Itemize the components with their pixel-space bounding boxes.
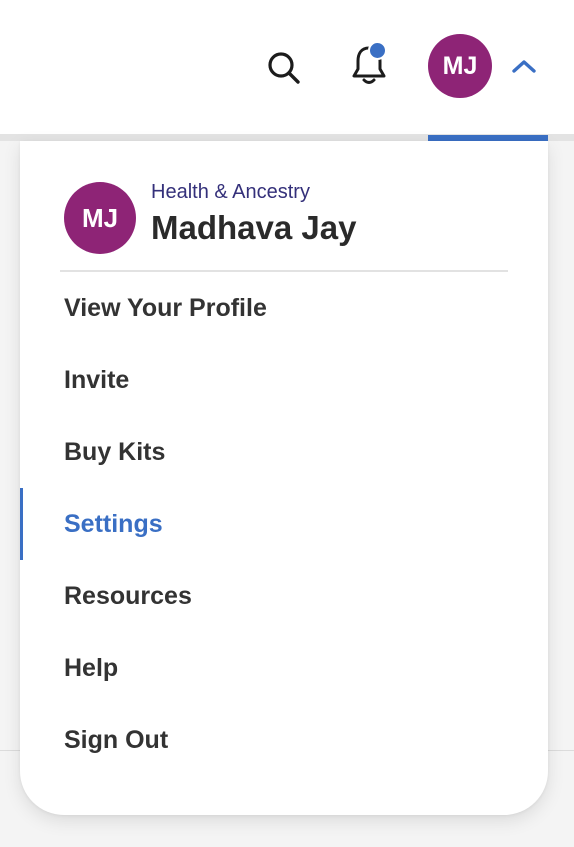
- menu-item-view-your-profile[interactable]: View Your Profile: [20, 272, 548, 344]
- chevron-up-icon: [512, 60, 536, 73]
- menu-item-label: Resources: [64, 582, 192, 610]
- search-icon: [268, 52, 300, 84]
- menu-item-label: View Your Profile: [64, 294, 267, 322]
- menu-item-label: Help: [64, 654, 119, 682]
- menu-item-help[interactable]: Help: [20, 632, 548, 704]
- menu-item-invite[interactable]: Invite: [20, 344, 548, 416]
- menu-avatar: MJ: [64, 182, 136, 254]
- menu-item-buy-kits[interactable]: Buy Kits: [20, 416, 548, 488]
- user-name: Madhava Jay: [151, 209, 357, 246]
- account-dropdown-menu: MJ Health & Ancestry Madhava Jay View Yo…: [20, 141, 548, 815]
- menu-toggle-button[interactable]: [506, 50, 542, 82]
- menu-item-settings[interactable]: Settings: [20, 488, 548, 560]
- menu-item-resources[interactable]: Resources: [20, 560, 548, 632]
- product-label: Health & Ancestry: [151, 181, 310, 203]
- menu-item-sign-out[interactable]: Sign Out: [20, 704, 548, 776]
- menu-item-label: Buy Kits: [64, 438, 166, 466]
- menu-item-label: Settings: [64, 510, 163, 538]
- header-avatar[interactable]: MJ: [428, 34, 492, 98]
- menu-list: View Your Profile Invite Buy Kits Settin…: [20, 272, 548, 776]
- notifications-button[interactable]: [346, 40, 392, 90]
- menu-item-label: Invite: [64, 366, 130, 394]
- menu-item-label: Sign Out: [64, 726, 169, 754]
- user-info: MJ Health & Ancestry Madhava Jay: [64, 181, 504, 255]
- search-button[interactable]: [262, 46, 306, 90]
- notification-badge: [368, 41, 387, 60]
- top-header: MJ: [0, 0, 574, 134]
